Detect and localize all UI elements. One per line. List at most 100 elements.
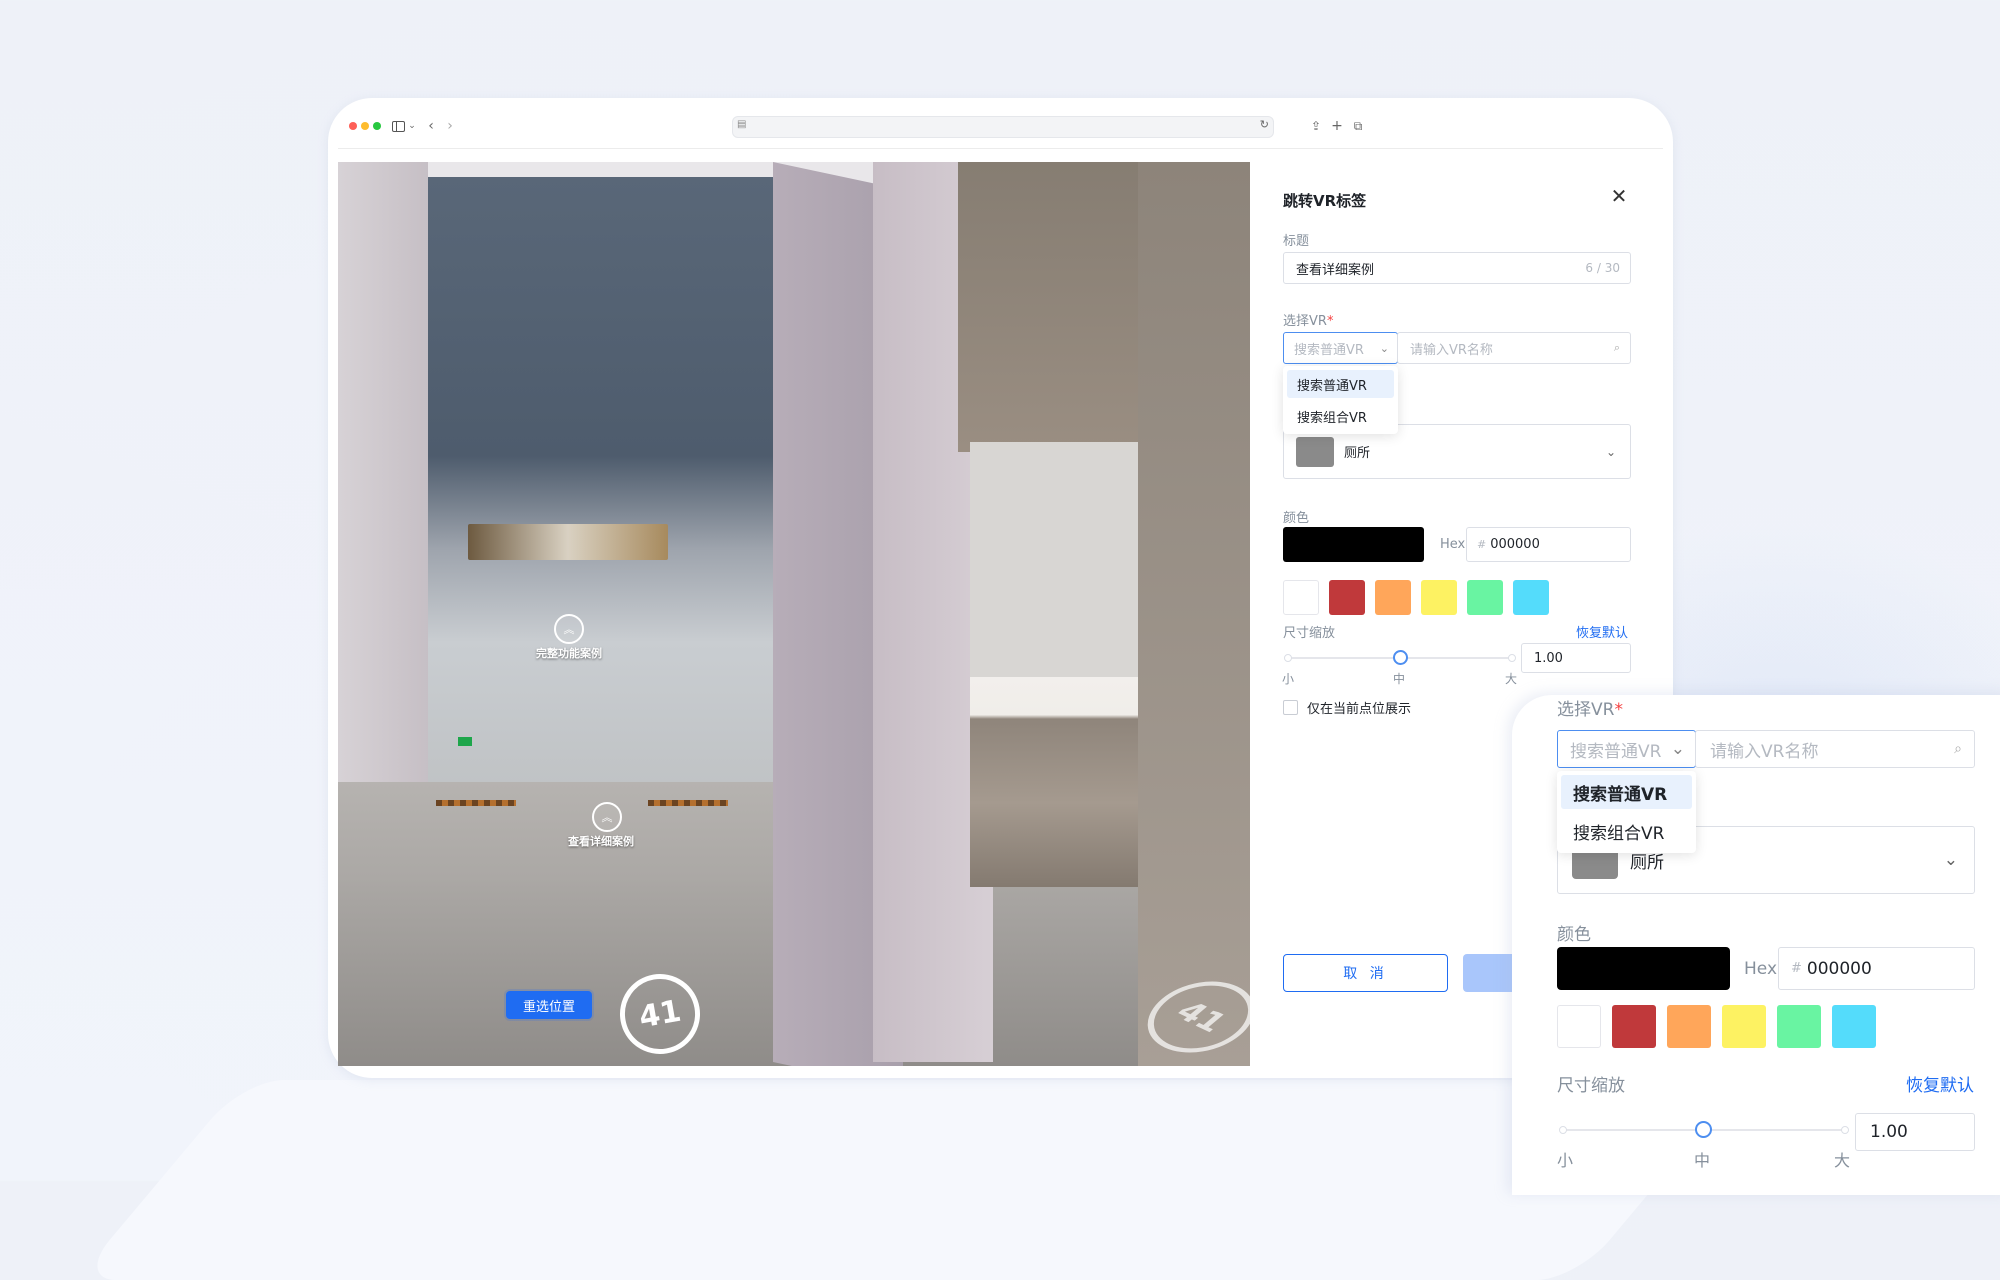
reload-icon[interactable]: ↻ <box>1260 118 1269 131</box>
select-vr-text: 选择VR <box>1283 314 1327 329</box>
zoom-swatch-red[interactable] <box>1612 1005 1656 1048</box>
minimize-window-button[interactable] <box>361 122 369 130</box>
vr-viewport[interactable]: ︽ 完整功能案例 ︽ 查看详细案例 重选位置 41 41 <box>338 162 1250 1066</box>
zoom-detail-card: 选择VR* 搜索普通VR ⌄ 请输入VR名称 ⌕ 厕所 ⌄ 搜索普通VR 搜索组… <box>1512 695 2000 1195</box>
swatch-green[interactable] <box>1467 580 1503 615</box>
search-icon[interactable]: ⌕ <box>1614 341 1620 355</box>
required-mark: * <box>1614 700 1623 720</box>
current-color-preview[interactable] <box>1283 527 1424 562</box>
zoom-color-label: 颜色 <box>1557 925 1591 945</box>
title-value: 查看详细案例 <box>1296 262 1375 278</box>
hex-value: 000000 <box>1490 537 1540 552</box>
chevron-down-icon: ⌄ <box>1670 739 1685 759</box>
vr-floor-stripe <box>648 800 728 806</box>
zoom-dropdown-option-combined-vr[interactable]: 搜索组合VR <box>1561 814 1692 848</box>
forward-icon[interactable]: › <box>440 116 460 136</box>
browser-toolbar: ⌄ ‹ › ▤ ↻ ⇪ + ⧉ <box>328 98 1673 148</box>
title-counter: 6 / 30 <box>1585 261 1620 275</box>
only-current-label[interactable]: 仅在当前点位展示 <box>1307 698 1411 717</box>
zoom-hex-input[interactable]: # 000000 <box>1778 947 1975 990</box>
zoom-current-color-preview[interactable] <box>1557 947 1730 990</box>
zoom-swatch-yellow[interactable] <box>1722 1005 1766 1048</box>
hotspot-icon[interactable]: ︽ <box>592 802 622 832</box>
maximize-window-button[interactable] <box>373 122 381 130</box>
close-window-button[interactable] <box>349 122 357 130</box>
chevron-down-icon: ⌄ <box>1943 850 1958 870</box>
required-mark: * <box>1326 314 1334 329</box>
dialog-title: 跳转VR标签 <box>1283 192 1367 210</box>
zoom-vr-type-select[interactable]: 搜索普通VR ⌄ <box>1557 730 1696 768</box>
hotspot-icon[interactable]: ︽ <box>554 614 584 644</box>
swatch-orange[interactable] <box>1375 580 1411 615</box>
zoom-scale-input[interactable]: 1.00 <box>1855 1113 1975 1151</box>
swatch-yellow[interactable] <box>1421 580 1457 615</box>
slider-tick <box>1559 1126 1567 1134</box>
zoom-scale-value: 1.00 <box>1870 1122 1908 1142</box>
slider-tick <box>1841 1126 1849 1134</box>
vr-type-placeholder: 搜索普通VR <box>1294 342 1364 358</box>
reselect-position-button[interactable]: 重选位置 <box>506 991 592 1019</box>
slider-tick <box>1508 654 1516 662</box>
zoom-scale-label: 尺寸缩放 <box>1557 1076 1625 1096</box>
address-bar[interactable]: ▤ ↻ <box>732 116 1274 138</box>
zoom-swatch-green[interactable] <box>1777 1005 1821 1048</box>
vr-name-placeholder: 请输入VR名称 <box>1410 342 1493 358</box>
zoom-dropdown-option-normal-vr[interactable]: 搜索普通VR <box>1561 775 1692 809</box>
swatch-cyan[interactable] <box>1513 580 1549 615</box>
hotspot-label[interactable]: 完整功能案例 <box>536 645 602 661</box>
select-vr-label: 选择VR* <box>1283 310 1333 329</box>
swatch-white[interactable] <box>1283 580 1319 615</box>
vr-type-select[interactable]: 搜索普通VR ⌄ <box>1283 332 1398 364</box>
slider-tick-small: 小 <box>1282 672 1295 686</box>
vr-side-wall <box>1138 162 1250 1066</box>
scale-label: 尺寸缩放 <box>1283 626 1336 641</box>
zoom-slider-tick-small: 小 <box>1557 1151 1574 1170</box>
dropdown-option-normal-vr[interactable]: 搜索普通VR <box>1287 370 1394 398</box>
new-tab-icon[interactable]: + <box>1327 116 1347 136</box>
zoom-hex-value: 000000 <box>1806 958 1872 979</box>
zoom-vr-name-input[interactable]: 请输入VR名称 ⌕ <box>1695 730 1975 768</box>
vr-shelf <box>468 524 668 560</box>
zoom-swatch-white[interactable] <box>1557 1005 1601 1048</box>
zoom-slider-tick-medium: 中 <box>1694 1151 1711 1170</box>
chevron-down-icon[interactable]: ⌄ <box>402 116 422 136</box>
swatch-red[interactable] <box>1329 580 1365 615</box>
scale-value: 1.00 <box>1534 650 1563 666</box>
slider-tick-medium: 中 <box>1393 672 1406 686</box>
scale-slider-handle[interactable] <box>1393 650 1408 665</box>
vr-name-input[interactable]: 请输入VR名称 ⌕ <box>1397 332 1631 364</box>
browser-window: ⌄ ‹ › ▤ ↻ ⇪ + ⧉ ︽ 完整功能案例 ︽ 查看详细案例 重选位置 4… <box>328 98 1673 1078</box>
cancel-button[interactable]: 取 消 <box>1283 954 1448 992</box>
zoom-scale-slider-handle[interactable] <box>1695 1121 1712 1138</box>
chevron-down-icon: ⌄ <box>1605 444 1616 459</box>
zoom-select-vr-text: 选择VR <box>1557 700 1615 720</box>
hex-label: Hex <box>1440 537 1466 552</box>
only-current-checkbox[interactable] <box>1283 700 1298 715</box>
reset-default-link[interactable]: 恢复默认 <box>1576 622 1628 641</box>
zoom-hex-prefix: # <box>1791 961 1802 976</box>
zoom-select-vr-label: 选择VR* <box>1557 695 1623 720</box>
hotspot-label[interactable]: 查看详细案例 <box>568 833 634 849</box>
search-icon[interactable]: ⌕ <box>1954 741 1962 757</box>
zoom-slider-tick-large: 大 <box>1834 1151 1851 1170</box>
scale-input[interactable]: 1.00 <box>1521 643 1631 673</box>
shield-icon: ▤ <box>737 119 747 130</box>
chevron-down-icon: ⌄ <box>1379 341 1389 355</box>
zoom-vr-name-placeholder: 请输入VR名称 <box>1710 741 1819 762</box>
tabs-icon[interactable]: ⧉ <box>1348 116 1368 136</box>
share-icon[interactable]: ⇪ <box>1306 116 1326 136</box>
vr-floor-stripe <box>436 800 516 806</box>
back-icon[interactable]: ‹ <box>421 116 441 136</box>
zoom-swatch-cyan[interactable] <box>1832 1005 1876 1048</box>
zoom-swatch-orange[interactable] <box>1667 1005 1711 1048</box>
vr-type-dropdown: 搜索普通VR 搜索组合VR <box>1283 366 1398 434</box>
close-icon[interactable]: ✕ <box>1609 186 1629 206</box>
toilet-icon <box>1296 436 1334 467</box>
dropdown-option-combined-vr[interactable]: 搜索组合VR <box>1287 402 1394 430</box>
zoom-reset-default-link[interactable]: 恢复默认 <box>1906 1071 1974 1096</box>
hex-prefix: # <box>1477 538 1487 551</box>
title-input[interactable]: 查看详细案例 6 / 30 <box>1283 252 1631 284</box>
slider-tick-large: 大 <box>1505 672 1518 686</box>
color-label: 颜色 <box>1283 511 1310 526</box>
hex-input[interactable]: # 000000 <box>1466 527 1631 562</box>
